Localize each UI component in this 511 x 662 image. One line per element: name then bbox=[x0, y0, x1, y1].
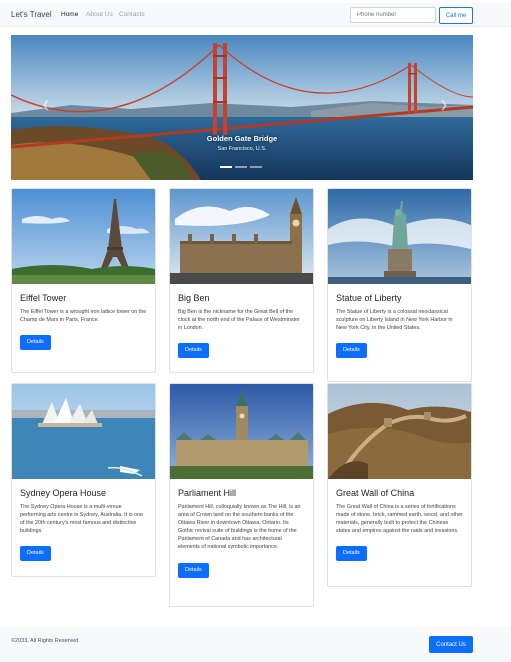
big-ben-photo bbox=[170, 189, 313, 284]
golden-gate-bridge-photo bbox=[11, 35, 473, 180]
card-title: Statue of Liberty bbox=[336, 293, 402, 303]
details-button-sydney-opera-house[interactable]: Details bbox=[20, 546, 51, 562]
card-title: Big Ben bbox=[178, 293, 210, 303]
details-button-eiffel-tower[interactable]: Details bbox=[20, 335, 51, 351]
hero-carousel: ❮ ❯ Golden Gate Bridge San Francisco, U.… bbox=[11, 35, 473, 180]
card-text: The Eiffel Tower is a wrought iron latti… bbox=[20, 309, 147, 324]
great-wall-photo bbox=[328, 384, 471, 479]
card-text: The Sydney Opera House is a multi-venue … bbox=[20, 504, 144, 535]
card-parliament-hill: Parliament Hill Parliament Hill, colloqu… bbox=[169, 383, 314, 607]
copyright-text: ©2033, All Rights Reserved bbox=[11, 638, 79, 644]
eiffel-tower-photo bbox=[12, 189, 155, 284]
parliament-hill-photo bbox=[170, 384, 313, 479]
carousel-next-icon[interactable]: ❯ bbox=[435, 97, 453, 115]
carousel-indicator-1[interactable] bbox=[220, 166, 232, 168]
carousel-caption-title: Golden Gate Bridge bbox=[206, 134, 278, 143]
carousel-prev-icon[interactable]: ❮ bbox=[37, 97, 55, 115]
nav-link-home[interactable]: Home bbox=[61, 11, 78, 18]
card-statue-of-liberty: Statue of Liberty The Statue of Liberty … bbox=[327, 188, 472, 382]
card-title: Eiffel Tower bbox=[20, 293, 67, 303]
sydney-opera-house-photo bbox=[12, 384, 155, 479]
card-sydney-opera-house: Sydney Opera House The Sydney Opera Hous… bbox=[11, 383, 156, 577]
card-great-wall-of-china: Great Wall of China The Great Wall of Ch… bbox=[327, 383, 472, 587]
brand-logo[interactable]: Let's Travel bbox=[11, 10, 52, 19]
card-text: The Great Wall of China is a series of f… bbox=[336, 504, 463, 535]
footer: ©2033, All Rights Reserved Contact Us bbox=[0, 627, 511, 662]
details-button-big-ben[interactable]: Details bbox=[178, 343, 209, 359]
nav-link-about-us[interactable]: About Us bbox=[86, 11, 113, 18]
card-text: Big Ben is the nickname for the Great Be… bbox=[178, 309, 300, 332]
statue-of-liberty-photo bbox=[328, 189, 471, 284]
call-me-button[interactable]: Call me bbox=[439, 7, 473, 24]
details-button-statue-of-liberty[interactable]: Details bbox=[336, 343, 367, 359]
carousel-indicators bbox=[220, 166, 262, 168]
card-eiffel-tower: Eiffel Tower The Eiffel Tower is a wroug… bbox=[11, 188, 156, 373]
carousel-indicator-2[interactable] bbox=[235, 166, 247, 168]
card-text: The Statue of Liberty is a colossal neoc… bbox=[336, 309, 453, 332]
details-button-parliament-hill[interactable]: Details bbox=[178, 562, 209, 578]
card-title: Parliament Hill bbox=[178, 488, 237, 498]
card-big-ben: Big Ben Big Ben is the nickname for the … bbox=[169, 188, 314, 373]
phone-number-input[interactable] bbox=[350, 7, 436, 23]
contact-us-button[interactable]: Contact Us bbox=[429, 636, 473, 653]
details-button-great-wall-of-china[interactable]: Details bbox=[336, 546, 367, 562]
carousel-indicator-3[interactable] bbox=[250, 166, 262, 168]
nav-link-contacts[interactable]: Contacts bbox=[119, 11, 145, 18]
card-text: Parliament Hill, colloquially known as T… bbox=[178, 504, 301, 551]
card-title: Sydney Opera House bbox=[20, 488, 107, 498]
carousel-caption-subtitle: San Francisco, U.S. bbox=[217, 146, 267, 152]
card-title: Great Wall of China bbox=[336, 488, 415, 498]
navbar: Let's Travel Home About Us Contacts Call… bbox=[0, 3, 511, 27]
